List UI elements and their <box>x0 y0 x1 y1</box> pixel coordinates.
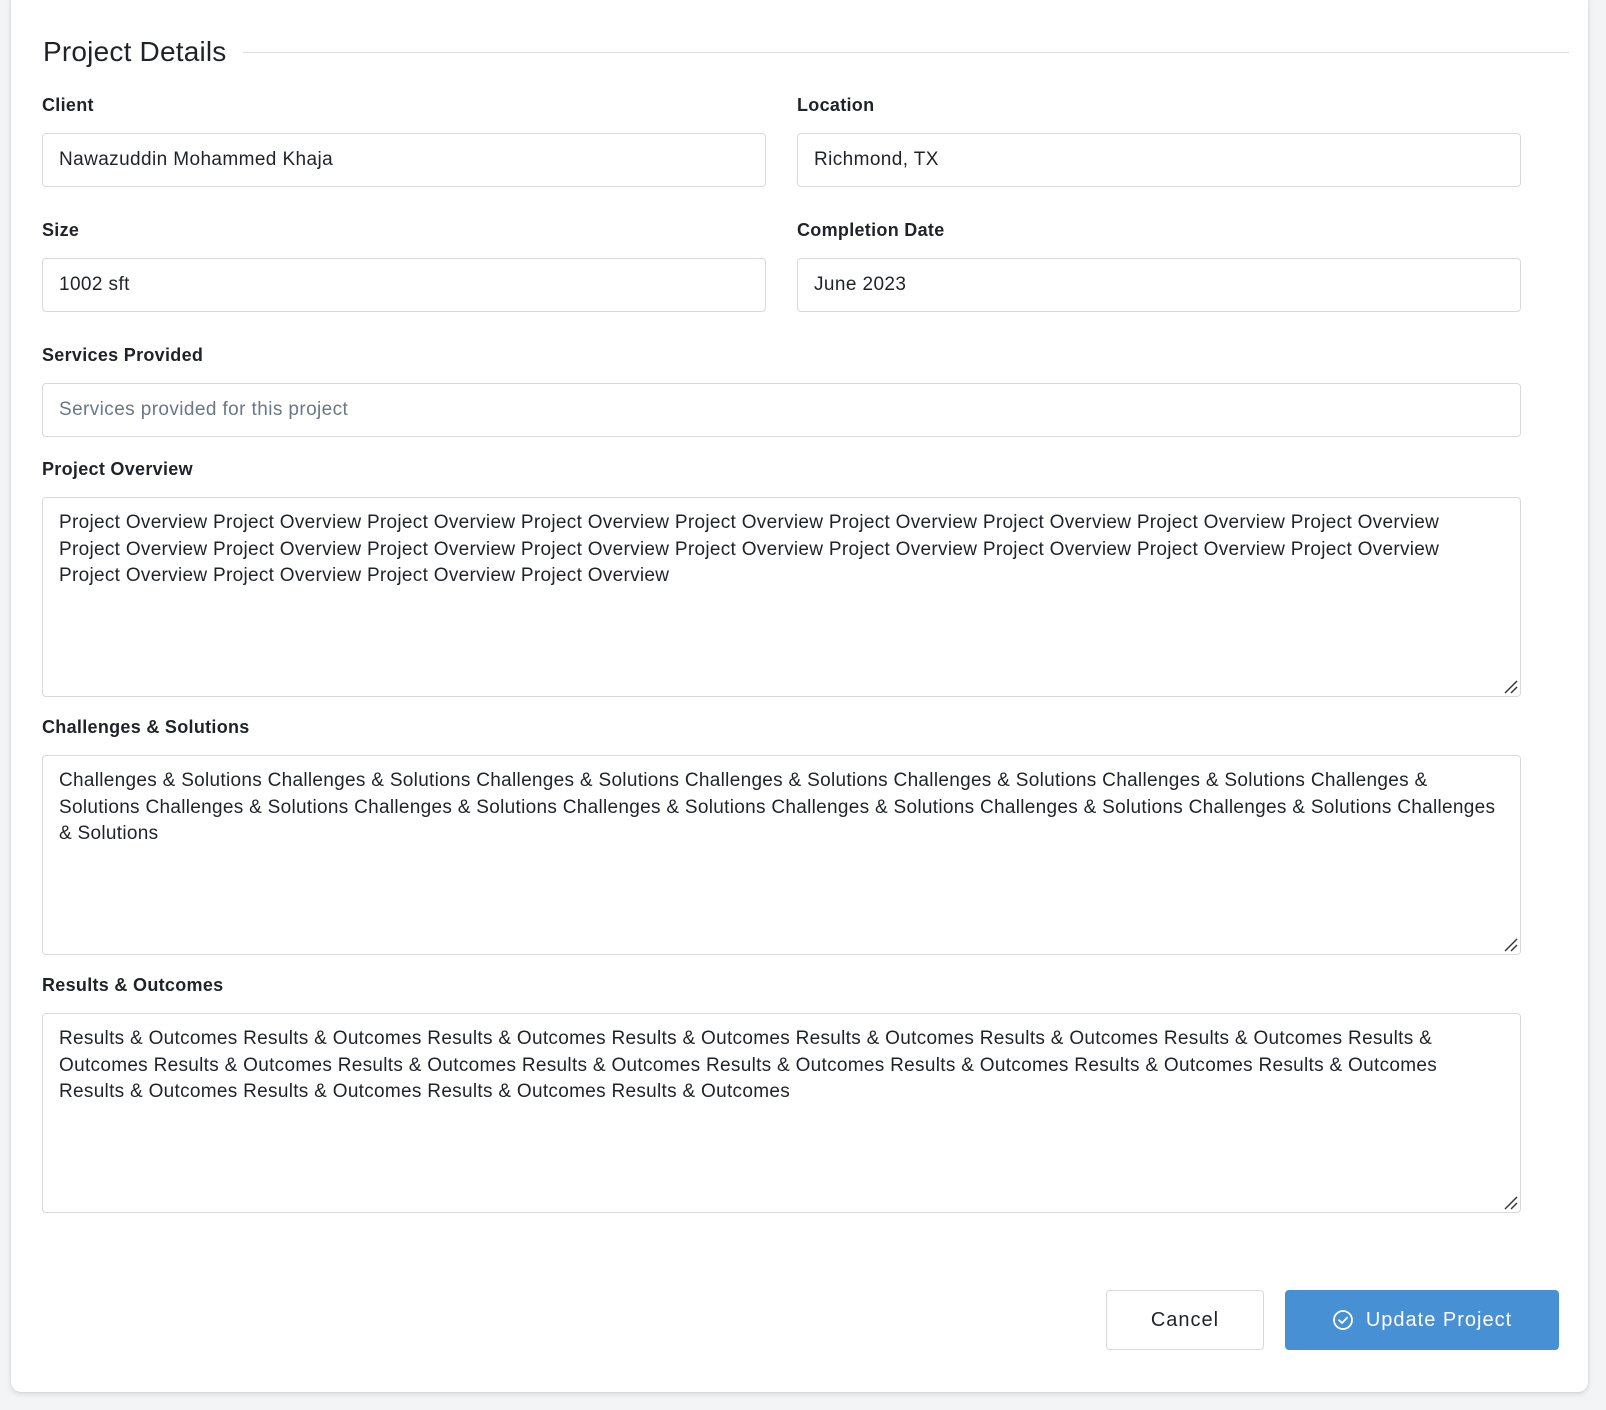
client-label: Client <box>42 95 94 115</box>
challenges-field: Challenges & Solutions Challenges & Solu… <box>42 715 1521 955</box>
overview-label: Project Overview <box>42 459 193 479</box>
completion-date-input[interactable]: June 2023 <box>797 258 1521 312</box>
results-field: Results & Outcomes Results & Outcomes Re… <box>42 973 1521 1213</box>
size-label: Size <box>42 220 80 240</box>
location-field: Location Richmond, TX <box>797 93 1521 187</box>
update-project-button[interactable]: Update Project <box>1285 1290 1559 1350</box>
services-label: Services Provided <box>42 345 204 365</box>
location-label: Location <box>797 95 875 115</box>
challenges-textarea[interactable]: Challenges & Solutions Challenges & Solu… <box>42 755 1521 955</box>
completion-date-label: Completion Date <box>797 220 945 240</box>
cancel-button-label: Cancel <box>1150 1308 1220 1331</box>
client-input[interactable]: Nawazuddin Mohammed Khaja <box>42 133 766 187</box>
resize-handle-icon[interactable] <box>1502 936 1518 952</box>
resize-handle-icon[interactable] <box>1502 678 1518 694</box>
update-project-button-label: Update Project <box>1365 1308 1513 1331</box>
section-divider <box>242 51 1569 53</box>
overview-field: Project Overview Project Overview Projec… <box>42 457 1521 697</box>
project-form-card: Project Details Client Nawazuddin Mohamm… <box>11 0 1588 1392</box>
services-field: Services Provided Services provided for … <box>42 343 1521 437</box>
challenges-label: Challenges & Solutions <box>42 717 250 737</box>
check-circle-icon <box>1332 1309 1354 1331</box>
resize-handle-icon[interactable] <box>1502 1194 1518 1210</box>
location-input[interactable]: Richmond, TX <box>797 133 1521 187</box>
client-field: Client Nawazuddin Mohammed Khaja <box>42 93 766 187</box>
section-title: Project Details <box>43 36 227 67</box>
results-textarea[interactable]: Results & Outcomes Results & Outcomes Re… <box>42 1013 1521 1213</box>
completion-date-field: Completion Date June 2023 <box>797 218 1521 312</box>
results-label: Results & Outcomes <box>42 975 224 995</box>
cancel-button[interactable]: Cancel <box>1106 1290 1264 1350</box>
overview-textarea[interactable]: Project Overview Project Overview Projec… <box>42 497 1521 697</box>
overview-text: Project Overview Project Overview Projec… <box>59 512 1440 586</box>
services-input[interactable]: Services provided for this project <box>42 383 1521 437</box>
results-text: Results & Outcomes Results & Outcomes Re… <box>59 1028 1438 1102</box>
size-field: Size 1002 sft <box>42 218 766 312</box>
section-header: Project Details <box>43 32 1569 72</box>
size-input[interactable]: 1002 sft <box>42 258 766 312</box>
challenges-text: Challenges & Solutions Challenges & Solu… <box>59 770 1496 844</box>
